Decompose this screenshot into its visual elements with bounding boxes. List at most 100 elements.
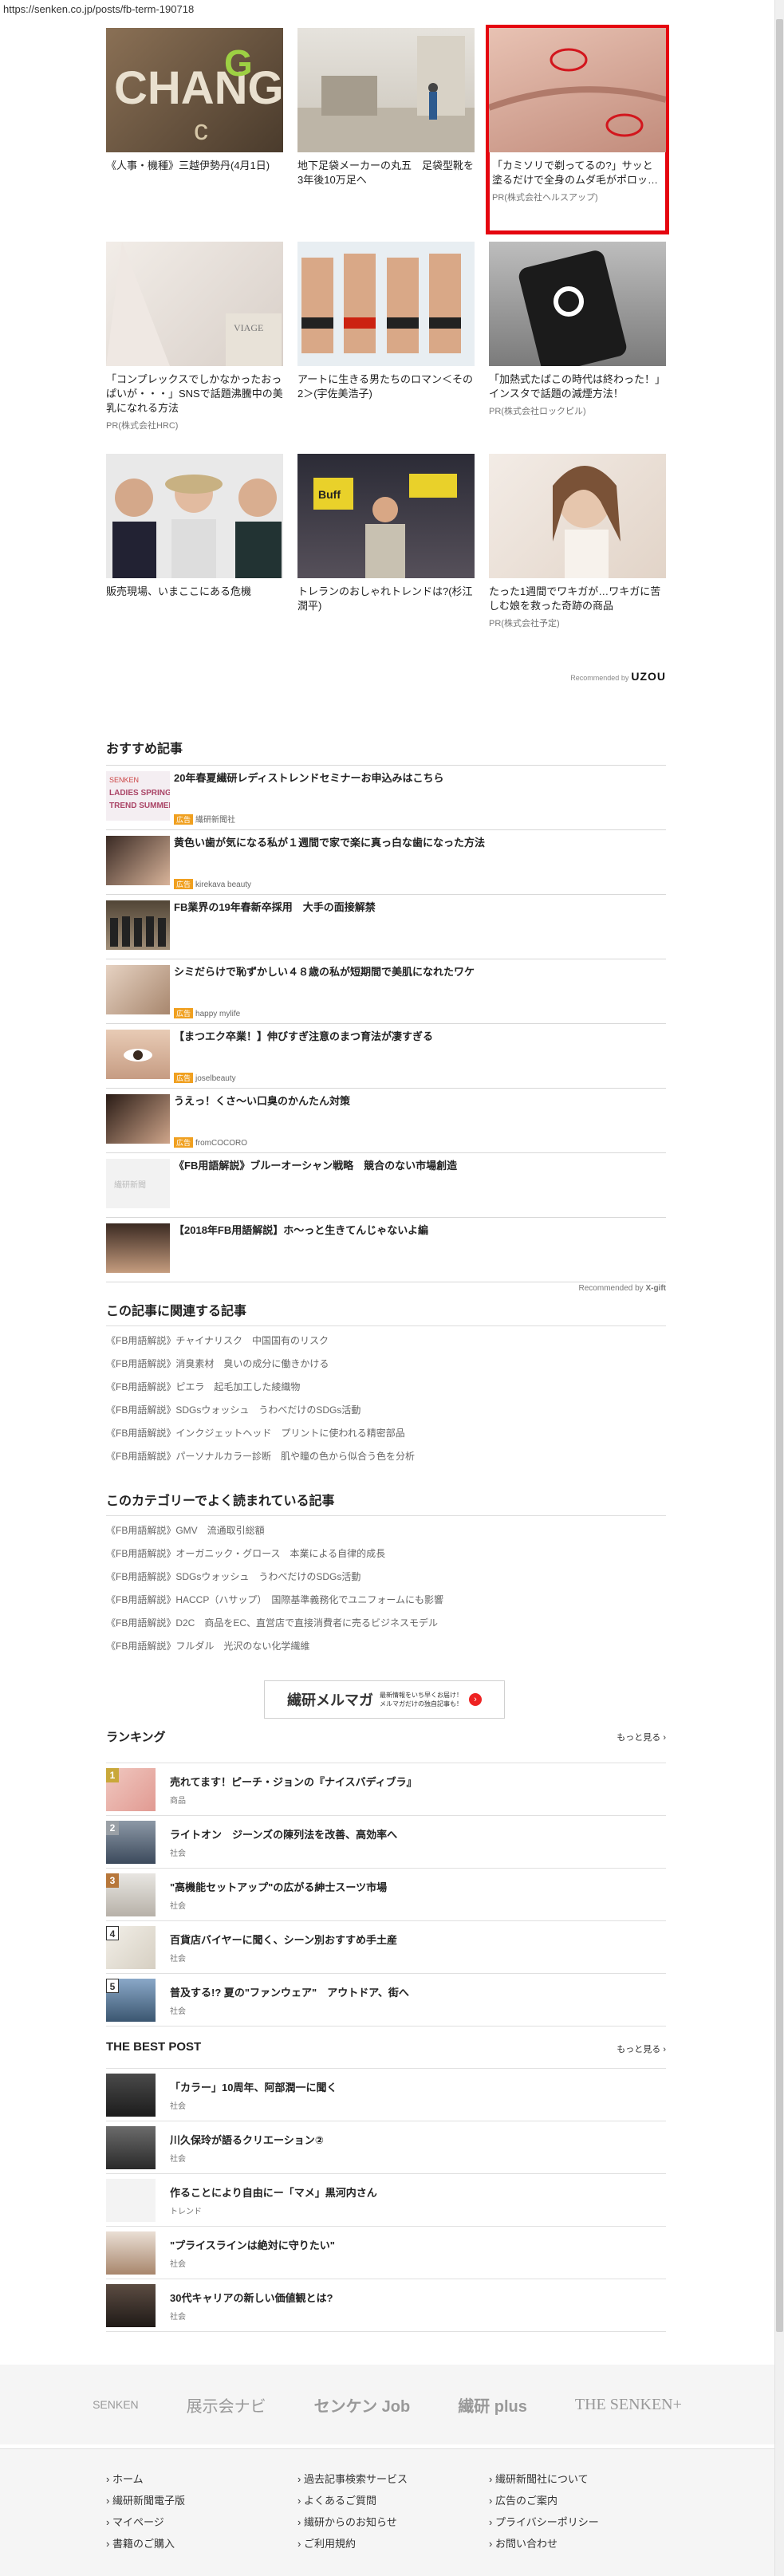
rec-card[interactable]: 販売現場、いまここにある危機 (106, 454, 283, 657)
best-post-thumb (106, 2283, 156, 2327)
rec-card-title[interactable]: 《人事・機種》三越伊勢丹(4月1日) (106, 159, 283, 173)
popular-link[interactable]: 《FB用語解説》D2C 商品をEC、直営店で直接消費者に売るビジネスモデル (106, 1612, 666, 1635)
ranking-title[interactable]: 百貨店バイヤーに聞く、シーン別おすすめ手土産 (170, 1932, 397, 1947)
ranking-item[interactable]: 5 普及する!? 夏の"ファンウェア" アウトドア、街へ 社会 (106, 1974, 666, 2027)
rec-card-image (297, 242, 475, 366)
rec-card-title[interactable]: 「コンプレックスでしかなかったおっぱいが・・・」SNSで話題沸騰中の美乳になれる… (106, 372, 283, 416)
footer-link[interactable]: › よくあるご質問 (297, 2490, 408, 2511)
related-link[interactable]: 《FB用語解説》ピエラ 起毛加工した綾織物 (106, 1376, 666, 1399)
ranking-category: 社会 (170, 1849, 186, 1858)
ranking-title[interactable]: ライトオン ジーンズの陳列法を改善、高効率へ (170, 1826, 397, 1841)
osusume-title[interactable]: 20年春夏繊研レディストレンドセミナーお申込みはこちら (174, 771, 444, 786)
osusume-title[interactable]: うえっ！くさ〜い口臭のかんたん対策 (174, 1094, 350, 1109)
osusume-title[interactable]: 【2018年FB用語解説】ホ〜っと生きてんじゃないよ編 (174, 1223, 428, 1238)
senken-job-logo[interactable]: センケン Job (314, 2393, 411, 2416)
ranking-item[interactable]: 2 ライトオン ジーンズの陳列法を改善、高効率へ 社会 (106, 1816, 666, 1869)
best-post-item[interactable]: 川久保玲が語るクリエーション② 社会 (106, 2121, 666, 2174)
osusume-item[interactable]: 【まつエク卒業！】伸びすぎ注意のまつ育法が凄すぎる 広告 joselbeauty (106, 1024, 666, 1089)
ranking-item[interactable]: 3 "高機能セットアップ"の広がる紳士スーツ市場 社会 (106, 1869, 666, 1921)
popular-link[interactable]: 《FB用語解説》SDGsウォッシュ うわべだけのSDGs活動 (106, 1566, 666, 1589)
footer-link[interactable]: › ホーム (106, 2468, 185, 2490)
best-post-item[interactable]: 作ることにより自由にー「マメ」黒河内さん トレンド (106, 2174, 666, 2227)
rec-card-title[interactable]: トレランのおしゃれトレンドは?(杉江潤平) (297, 585, 475, 613)
best-post-item[interactable]: 「カラー」10周年、阿部潤一に聞く 社会 (106, 2069, 666, 2121)
best-post-title[interactable]: 作ることにより自由にー「マメ」黒河内さん (170, 2184, 377, 2200)
osusume-title[interactable]: 《FB用語解説》ブルーオーシャン戦略 競合のない市場創造 (174, 1159, 457, 1173)
ranking-item[interactable]: 1 売れてます！ピーチ・ジョンの『ナイスバディブラ』 商品 (106, 1763, 666, 1816)
rec-card-title[interactable]: 販売現場、いまここにある危機 (106, 585, 283, 599)
recommended-by-xgift[interactable]: Recommended by X-gift (579, 1284, 666, 1293)
related-link[interactable]: 《FB用語解説》消臭素材 臭いの成分に働きかける (106, 1353, 666, 1376)
rec-card[interactable]: Buff トレランのおしゃれトレンドは?(杉江潤平) (297, 454, 475, 657)
osusume-item[interactable]: 繊研新聞 《FB用語解説》ブルーオーシャン戦略 競合のない市場創造 (106, 1153, 666, 1218)
rec-card-title[interactable]: アートに生きる男たちのロマン＜その2＞(宇佐美浩子) (297, 372, 475, 401)
the-senken-plus-logo[interactable]: THE SENKEN+ (575, 2396, 682, 2414)
related-link[interactable]: 《FB用語解説》インクジェットヘッド プリントに使われる精密部品 (106, 1422, 666, 1445)
related-link[interactable]: 《FB用語解説》SDGsウォッシュ うわべだけのSDGs活動 (106, 1399, 666, 1422)
popular-link[interactable]: 《FB用語解説》オーガニック・グロース 本業による自律的成長 (106, 1542, 666, 1566)
footer-link[interactable]: › マイページ (106, 2511, 185, 2533)
osusume-item[interactable]: シミだらけで恥ずかしい４８歳の私が短期間で美肌になれたワケ 広告 happy my… (106, 959, 666, 1024)
popular-link[interactable]: 《FB用語解説》フルダル 光沢のない化学繊維 (106, 1635, 666, 1658)
osusume-item[interactable]: SENKEN LADIES SPRING TREND SUMMER 20年春夏繊研レ… (106, 766, 666, 830)
rec-card-title[interactable]: 「加熱式たばこの時代は終わった！」インスタで話題の減煙方法！ (489, 372, 666, 401)
senken-plus-logo[interactable]: 繊研 plus (458, 2393, 527, 2416)
rec-card-title[interactable]: たった1週間でワキガが…ワキガに苦しむ娘を救った奇跡の商品 (489, 585, 666, 613)
ranking-thumb: 1 (106, 1767, 156, 1811)
osusume-item[interactable]: FB業界の19年春新卒採用 大手の面接解禁 (106, 895, 666, 959)
rec-card[interactable]: 「加熱式たばこの時代は終わった！」インスタで話題の減煙方法！ PR(株式会社ロッ… (489, 242, 666, 445)
svg-text:VIAGE: VIAGE (234, 322, 263, 333)
rec-card[interactable]: CHANG Gc 《人事・機種》三越伊勢丹(4月1日) (106, 28, 283, 231)
recommended-by-uzou[interactable]: Recommended by UZOU (570, 670, 666, 683)
ranking-title[interactable]: "高機能セットアップ"の広がる紳士スーツ市場 (170, 1879, 387, 1894)
popular-link[interactable]: 《FB用語解説》HACCP（ハサップ） 国際基準義務化でユニフォームにも影響 (106, 1589, 666, 1612)
scrollbar-thumb[interactable] (776, 19, 783, 2332)
best-post-title[interactable]: 川久保玲が語るクリエーション② (170, 2132, 324, 2147)
osusume-heading: おすすめ記事 (106, 742, 183, 756)
best-post-more-link[interactable]: もっと見る › (617, 2042, 666, 2055)
footer-link[interactable]: › ご利用規約 (297, 2533, 408, 2554)
tenjikai-navi-logo[interactable]: 展示会ナビ (187, 2393, 266, 2416)
ranking-thumb: 5 (106, 1978, 156, 2022)
best-post-item[interactable]: 30代キャリアの新しい価値観とは? 社会 (106, 2279, 666, 2332)
footer-link[interactable]: › 広告のご案内 (489, 2490, 599, 2511)
ranking-title[interactable]: 普及する!? 夏の"ファンウェア" アウトドア、街へ (170, 1984, 409, 1999)
ranking-title[interactable]: 売れてます！ピーチ・ジョンの『ナイスバディブラ』 (170, 1774, 417, 1789)
rec-card[interactable]: VIAGE 「コンプレックスでしかなかったおっぱいが・・・」SNSで話題沸騰中の… (106, 242, 283, 445)
ranking-item[interactable]: 4 百貨店バイヤーに聞く、シーン別おすすめ手土産 社会 (106, 1921, 666, 1974)
footer-link[interactable]: › 過去記事検索サービス (297, 2468, 408, 2490)
footer-link[interactable]: › 繊研新聞電子版 (106, 2490, 185, 2511)
osusume-title[interactable]: 黄色い歯が気になる私が１週間で家で楽に真っ白な歯になった方法 (174, 836, 485, 850)
footer-link[interactable]: › 繊研新聞社について (489, 2468, 599, 2490)
best-post-title[interactable]: "プライスラインは絶対に守りたい" (170, 2237, 335, 2252)
footer-link[interactable]: › 繊研からのお知らせ (297, 2511, 408, 2533)
footer-link[interactable]: › 書籍のご購入 (106, 2533, 185, 2554)
rec-card[interactable]: たった1週間でワキガが…ワキガに苦しむ娘を救った奇跡の商品 PR(株式会社予定) (489, 454, 666, 657)
osusume-title[interactable]: FB業界の19年春新卒採用 大手の面接解禁 (174, 900, 376, 915)
rec-card-highlighted[interactable]: 「カミソリで剃ってるの?」サッと塗るだけで全身のムダ毛がポロッ… PR(株式会社… (486, 25, 669, 234)
related-link[interactable]: 《FB用語解説》パーソナルカラー診断 肌や瞳の色から似合う色を分析 (106, 1445, 666, 1468)
best-post-title[interactable]: 30代キャリアの新しい価値観とは? (170, 2290, 333, 2305)
osusume-title[interactable]: シミだらけで恥ずかしい４８歳の私が短期間で美肌になれたワケ (174, 965, 475, 979)
rec-card-title[interactable]: 「カミソリで剃ってるの?」サッと塗るだけで全身のムダ毛がポロッ… (489, 159, 666, 187)
best-post-thumb (106, 2125, 156, 2169)
rec-card[interactable]: アートに生きる男たちのロマン＜その2＞(宇佐美浩子) (297, 242, 475, 445)
rec-card-image (489, 28, 666, 152)
rec-card-title[interactable]: 地下足袋メーカーの丸五 足袋型靴を3年後10万足へ (297, 159, 475, 187)
popular-link[interactable]: 《FB用語解説》GMV 流通取引総額 (106, 1519, 666, 1542)
ranking-more-link[interactable]: もっと見る › (617, 1731, 666, 1743)
osusume-item[interactable]: 黄色い歯が気になる私が１週間で家で楽に真っ白な歯になった方法 広告 kirekav… (106, 830, 666, 895)
best-post-title[interactable]: 「カラー」10周年、阿部潤一に聞く (170, 2079, 337, 2094)
footer-link[interactable]: › プライバシーポリシー (489, 2511, 599, 2533)
svg-text:c: c (194, 113, 208, 146)
rec-card[interactable]: 地下足袋メーカーの丸五 足袋型靴を3年後10万足へ (297, 28, 475, 231)
osusume-item[interactable]: 【2018年FB用語解説】ホ〜っと生きてんじゃないよ編 (106, 1218, 666, 1282)
scrollbar[interactable] (774, 0, 784, 2576)
footer-link[interactable]: › お問い合わせ (489, 2533, 599, 2554)
mail-magazine-banner[interactable]: 繊研メルマガ 最新情報をいち早くお届け！ メルマガだけの独自記事も！ › (264, 1680, 505, 1719)
osusume-title[interactable]: 【まつエク卒業！】伸びすぎ注意のまつ育法が凄すぎる (174, 1030, 433, 1044)
senken-logo[interactable]: SENKEN (93, 2398, 139, 2411)
best-post-item[interactable]: "プライスラインは絶対に守りたい" 社会 (106, 2227, 666, 2279)
related-link[interactable]: 《FB用語解説》チャイナリスク 中国国有のリスク (106, 1329, 666, 1353)
osusume-item[interactable]: うえっ！くさ〜い口臭のかんたん対策 広告 fromCOCORO (106, 1089, 666, 1153)
